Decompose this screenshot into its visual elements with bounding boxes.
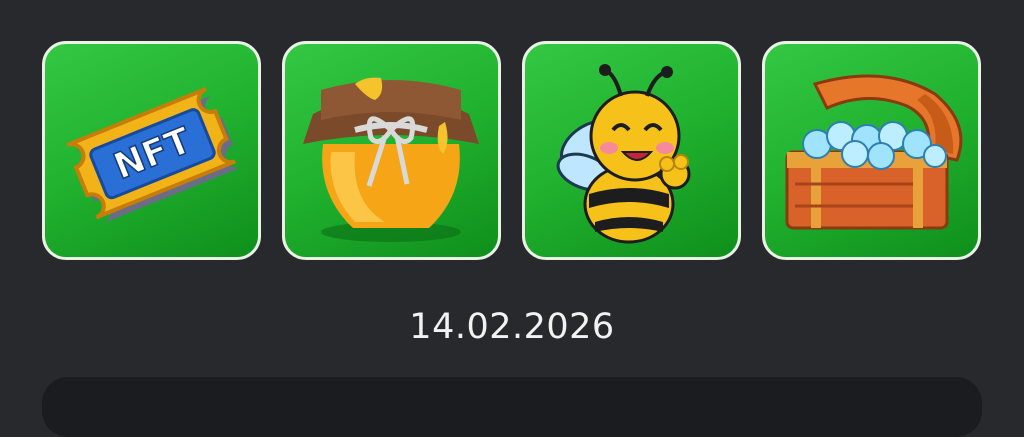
nft-ticket-tile[interactable]: NFT (42, 41, 261, 260)
treasure-chest-icon (785, 74, 963, 230)
bee-tile[interactable] (522, 41, 741, 260)
treasure-chest-tile[interactable] (762, 41, 981, 260)
date-label: 14.02.2026 (409, 307, 615, 347)
bee-icon (556, 64, 691, 244)
honey-jar-tile[interactable] (282, 41, 501, 260)
bottom-panel (42, 377, 982, 437)
reward-tiles-row: NFT (0, 0, 1024, 270)
honey-jar-icon (303, 77, 479, 242)
nft-ticket-icon: NFT (66, 87, 243, 224)
